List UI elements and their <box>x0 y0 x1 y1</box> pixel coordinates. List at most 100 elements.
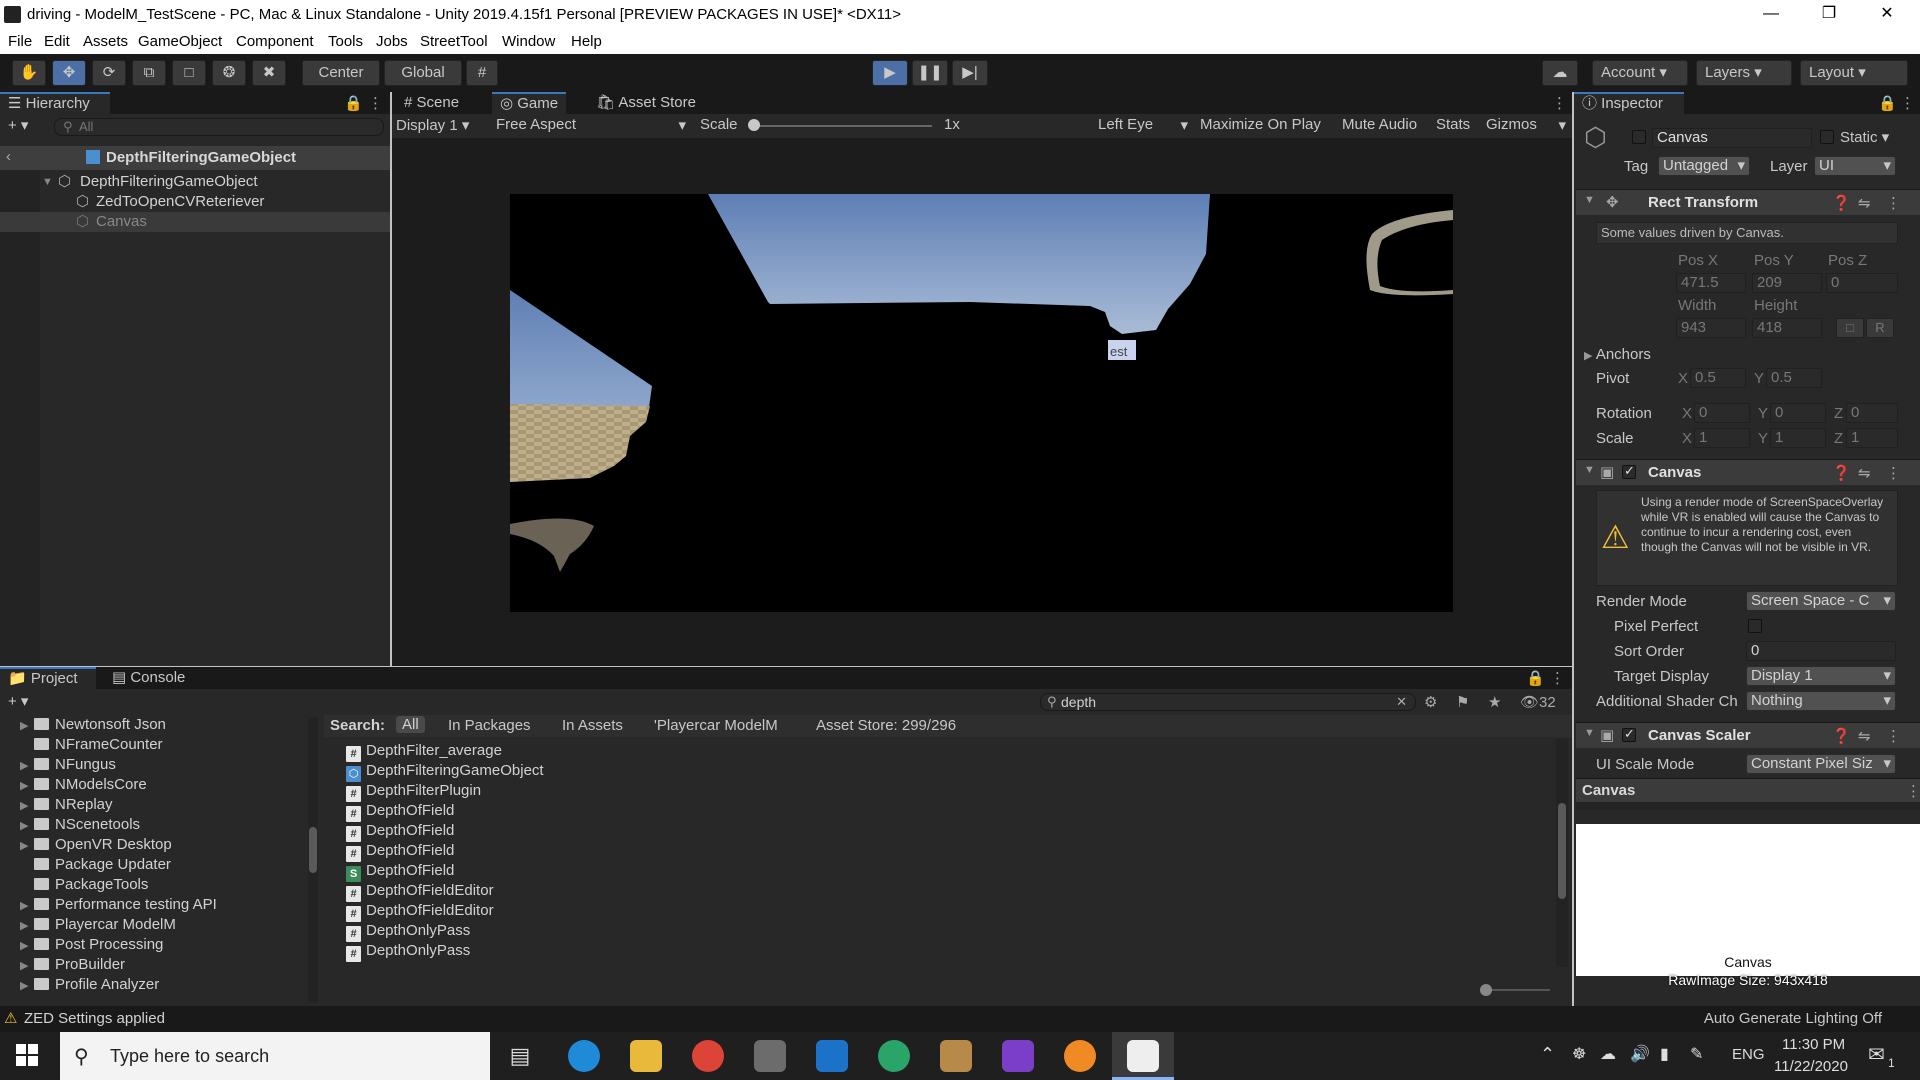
pivot-x-field[interactable]: 0.5 <box>1690 368 1746 388</box>
tab-console[interactable]: ▤ Console <box>104 667 193 689</box>
folder-item[interactable]: ▶ OpenVR Desktop <box>0 835 310 855</box>
search-by-label-icon[interactable]: ⚑ <box>1456 693 1469 711</box>
scrollbar-thumb[interactable] <box>309 827 317 873</box>
component-menu-icon[interactable]: ⋮ <box>1886 727 1901 745</box>
asset-item[interactable]: # DepthFilterPlugin <box>346 781 481 802</box>
chrome-icon[interactable] <box>692 1040 724 1072</box>
preset-icon[interactable]: ⇋ <box>1858 194 1871 212</box>
foldout-arrow-icon[interactable]: ▼ <box>1584 464 1595 476</box>
foldout-arrow-icon[interactable]: ▼ <box>1584 727 1595 739</box>
stats-toggle[interactable]: Stats <box>1436 116 1470 133</box>
filter-in-assets[interactable]: In Assets <box>562 717 623 734</box>
panel-menu-icon[interactable]: ⋮ <box>1900 94 1915 112</box>
pause-button[interactable]: ❚❚ <box>912 60 948 86</box>
layers-dropdown[interactable]: Layers ▾ <box>1696 60 1792 86</box>
folder-item[interactable]: ▶ ProBuilder <box>0 955 310 975</box>
folder-item[interactable]: ▶ Post Processing <box>0 935 310 955</box>
lock-icon[interactable]: 🔒 <box>344 94 363 112</box>
edge-dev-icon[interactable] <box>878 1040 910 1072</box>
hierarchy-item[interactable]: ▼ ⬡ DepthFilteringGameObject <box>0 172 390 192</box>
shader-channels-dropdown[interactable]: Nothing <box>1746 691 1896 711</box>
gizmos-dropdown[interactable]: Gizmos ▾ <box>1486 116 1566 134</box>
object-name-field[interactable]: Canvas <box>1652 128 1812 148</box>
status-message[interactable]: ZED Settings applied <box>24 1010 165 1027</box>
scale-tool-icon[interactable]: ⧉ <box>132 60 166 86</box>
pivot-y-field[interactable]: 0.5 <box>1766 368 1822 388</box>
asset-item[interactable]: # DepthOfField <box>346 821 454 842</box>
scale-x-field[interactable]: 1 <box>1694 428 1750 448</box>
preset-icon[interactable]: ⇋ <box>1858 464 1871 482</box>
layout-dropdown[interactable]: Layout ▾ <box>1800 60 1908 86</box>
language-indicator[interactable]: ENG <box>1732 1046 1765 1063</box>
foldout-arrow-icon[interactable]: ▼ <box>1584 194 1595 206</box>
help-icon[interactable]: ❓ <box>1832 194 1851 212</box>
expand-arrow-icon[interactable]: ▶ <box>20 936 34 956</box>
tab-scene[interactable]: # Scene <box>396 92 467 114</box>
canvas-scaler-header[interactable]: ▼ ▣ Canvas Scaler ❓ ⇋ ⋮ <box>1576 722 1920 748</box>
clear-search-icon[interactable]: ✕ <box>1396 694 1407 710</box>
folder-item[interactable]: PackageTools <box>0 875 310 895</box>
sort-order-field[interactable]: 0 <box>1746 641 1896 661</box>
filter-in-packages[interactable]: In Packages <box>448 717 531 734</box>
aspect-dropdown[interactable]: Free Aspect ▾ <box>496 116 686 134</box>
filter-folder[interactable]: 'Playercar ModelM <box>654 717 778 734</box>
expand-arrow-icon[interactable]: ▶ <box>20 956 34 976</box>
tab-game[interactable]: ◎ Game <box>492 92 567 114</box>
tab-project[interactable]: 📁 Project <box>0 667 96 689</box>
edge-icon[interactable] <box>568 1040 600 1072</box>
menu-help[interactable]: Help <box>571 33 602 50</box>
hierarchy-item[interactable]: ⬡ Canvas <box>0 212 390 232</box>
render-mode-dropdown[interactable]: Screen Space - C <box>1746 591 1896 611</box>
onedrive-icon[interactable]: ☁ <box>1600 1044 1616 1064</box>
preview-divider[interactable] <box>1576 802 1920 810</box>
brave-icon[interactable] <box>1064 1040 1096 1072</box>
icon-size-slider-handle[interactable] <box>1480 984 1492 996</box>
expand-arrow-icon[interactable]: ▶ <box>20 816 34 836</box>
folder-item[interactable]: ▶ Profile Analyzer <box>0 975 310 995</box>
rect-transform-header[interactable]: ▼ ✥ Rect Transform ❓ ⇋ ⋮ <box>1576 189 1920 215</box>
asset-item[interactable]: # DepthOnlyPass <box>346 941 470 962</box>
pivot-center-button[interactable]: Center <box>302 60 380 86</box>
posz-field[interactable]: 0 <box>1826 273 1898 293</box>
volume-icon[interactable]: 🔊 <box>1630 1044 1650 1064</box>
hand-tool-icon[interactable]: ✋ <box>12 60 46 86</box>
canvas-scaler-enabled-checkbox[interactable] <box>1622 726 1636 742</box>
windows-start-icon[interactable] <box>16 1044 38 1066</box>
hierarchy-item[interactable]: ⬡ ZedToOpenCVReteriever <box>0 192 390 212</box>
create-asset-icon[interactable]: + ▾ <box>8 692 28 710</box>
filter-all[interactable]: All <box>396 716 425 733</box>
filter-asset-store[interactable]: Asset Store: 299/296 <box>816 717 956 734</box>
folder-item[interactable]: Package Updater <box>0 855 310 875</box>
breadcrumb[interactable]: ‹ DepthFilteringGameObject <box>0 146 390 170</box>
battery-icon[interactable]: ▮ <box>1660 1044 1669 1064</box>
scale-z-field[interactable]: 1 <box>1846 428 1898 448</box>
folder-item[interactable]: ▶ Performance testing API <box>0 895 310 915</box>
asset-item[interactable]: # DepthOfField <box>346 801 454 822</box>
folder-tree-scrollbar[interactable] <box>308 717 318 1003</box>
move-tool-icon[interactable]: ✥ <box>52 60 86 86</box>
blueprint-mode-icon[interactable]: □ <box>1836 318 1864 338</box>
notifications-icon[interactable]: ✉ <box>1868 1042 1885 1067</box>
clock-time[interactable]: 11:30 PM <box>1782 1036 1845 1053</box>
asset-list-scrollbar[interactable] <box>1556 739 1568 967</box>
expand-arrow-icon[interactable]: ▶ <box>20 756 34 776</box>
back-arrow-icon[interactable]: ‹ <box>6 148 11 165</box>
folder-item[interactable]: ▶ Playercar ModelM <box>0 915 310 935</box>
menu-component[interactable]: Component <box>236 33 314 50</box>
store-icon[interactable] <box>754 1040 786 1072</box>
unity-taskbar-button[interactable] <box>1112 1032 1174 1080</box>
asset-item[interactable]: # DepthOfFieldEditor <box>346 881 494 902</box>
static-checkbox[interactable] <box>1820 130 1834 144</box>
menu-gameobject[interactable]: GameObject <box>138 33 222 50</box>
app-icon[interactable] <box>940 1040 972 1072</box>
tab-asset-store[interactable]: 🛍 Asset Store <box>588 92 704 114</box>
tab-inspector[interactable]: ⓘ Inspector <box>1574 92 1684 114</box>
hidden-packages-icon[interactable]: 👁32 <box>1520 693 1556 711</box>
menu-streettool[interactable]: StreetTool <box>420 33 488 50</box>
custom-tool-icon[interactable]: ✖ <box>252 60 286 86</box>
menu-assets[interactable]: Assets <box>83 33 128 50</box>
mail-icon[interactable] <box>816 1040 848 1072</box>
menu-jobs[interactable]: Jobs <box>376 33 408 50</box>
posx-field[interactable]: 471.5 <box>1676 273 1746 293</box>
step-button[interactable]: ▶| <box>952 60 988 86</box>
